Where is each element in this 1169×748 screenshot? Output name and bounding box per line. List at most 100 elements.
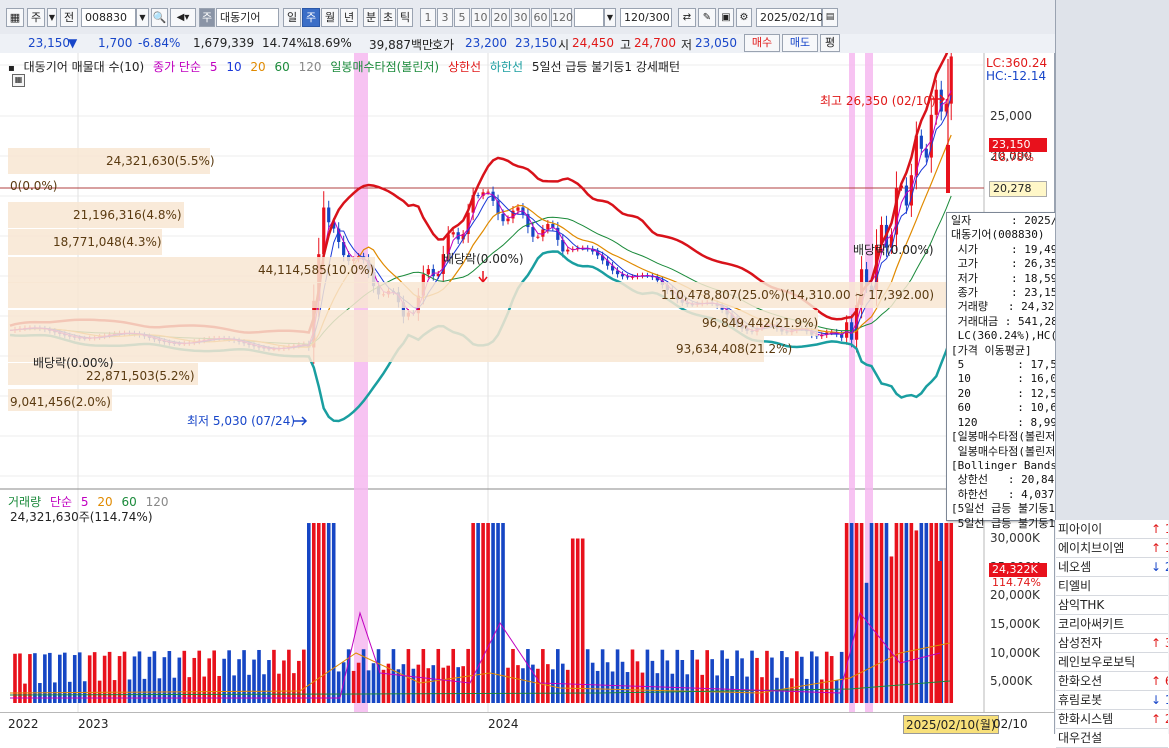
volume-bar [207, 658, 211, 703]
volume-bar [247, 674, 251, 703]
stock-code-input[interactable]: 008830 [81, 8, 136, 27]
stock-name-field[interactable]: 대동기어 [216, 8, 279, 27]
compare-icon[interactable]: ⇄ [678, 8, 696, 27]
speaker-icon[interactable]: ◀▾ [170, 8, 196, 27]
sell-button[interactable]: 매도 [782, 34, 818, 52]
legend-upper-band: 상한선 [447, 60, 482, 74]
down-arrow-icon: ▼ [68, 36, 78, 50]
minute-custom-input[interactable] [574, 8, 604, 27]
code-dropdown-icon[interactable]: ▼ [136, 8, 149, 27]
volume-legend-ma120: 120 [145, 495, 169, 509]
volume-bar [232, 675, 236, 703]
volume-bar [272, 649, 276, 703]
minute-option-30[interactable]: 30 [511, 8, 530, 27]
volume-bar [949, 523, 954, 703]
watchlist-item[interactable]: 에이치브이엠 ↑ 1 [1056, 539, 1168, 558]
quote-bar: 23,150 ▼ 1,700 -6.84% 1,679,339 14.74% 1… [0, 34, 1169, 54]
minute-option-60[interactable]: 60 [531, 8, 550, 27]
date-value: 2025/02/10 [760, 11, 824, 24]
volume-ratio-1: 14.74% [262, 36, 308, 50]
watchlist-item[interactable]: 코리아써키트 [1056, 615, 1168, 634]
volume-bar [725, 658, 729, 703]
volume-bar [456, 667, 460, 703]
volume-bar [421, 649, 426, 703]
minute-option-10[interactable]: 10 [471, 8, 490, 27]
legend-checkbox-icon[interactable]: ▪ [8, 63, 15, 74]
volume-bar [526, 649, 530, 703]
calendar-icon[interactable]: ▤ [822, 8, 838, 27]
draw-tool-icon[interactable]: ✎ [698, 8, 716, 27]
volume-bar [297, 660, 301, 703]
gear-icon[interactable]: ⚙ [736, 8, 752, 27]
volume-legend-ma5: 5 [80, 495, 89, 509]
watchlist-item[interactable]: 삼익THK [1056, 596, 1168, 615]
date-input[interactable]: 2025/02/10 [756, 8, 824, 27]
volume-bar [43, 654, 47, 703]
tab-3[interactable]: 년 [340, 8, 358, 27]
count-total: /300 [645, 11, 670, 24]
menu-icon[interactable]: ▦ [6, 8, 24, 27]
tab-5[interactable]: 초 [380, 8, 396, 27]
watchlist-item[interactable]: 한화시스템 ↑ 2 [1056, 710, 1168, 729]
volume-bar [805, 678, 809, 703]
volume-bar [386, 663, 391, 703]
minute-option-3[interactable]: 3 [437, 8, 453, 27]
signal-highlight [354, 53, 368, 712]
volume-bar [147, 656, 152, 703]
count-input[interactable]: 120/300 [620, 8, 672, 27]
minute-option-120[interactable]: 120 [551, 8, 573, 27]
watchlist-item[interactable]: 삼성전자 ↑ 3 [1056, 634, 1168, 653]
tab-1[interactable]: 주 [302, 8, 320, 27]
watchlist-item-change: ↑ 1 [1151, 541, 1168, 555]
volume-bar [426, 668, 431, 703]
period-label: 주 [30, 11, 42, 24]
save-icon[interactable]: ▣ [718, 8, 734, 27]
current-price: 23,150 [28, 36, 70, 50]
low-price: 23,050 [695, 36, 737, 50]
volume-bar [720, 650, 724, 703]
eval-button[interactable]: 평 [820, 34, 840, 52]
watchlist-item[interactable]: 휴림로봇 ↓ 1 [1056, 691, 1168, 710]
minute-option-5[interactable]: 5 [454, 8, 470, 27]
stock-type-badge: 주 [199, 8, 215, 27]
buy-button[interactable]: 매수 [744, 34, 780, 52]
watchlist-item[interactable]: 레인보우로보틱 [1056, 653, 1168, 672]
minute-dropdown-icon[interactable]: ▼ [604, 8, 616, 27]
volume-bar [481, 523, 485, 703]
last-candle [946, 145, 950, 193]
prev-button[interactable]: 전 [60, 8, 78, 27]
candle-body [924, 148, 928, 158]
watchlist-item[interactable]: 한화오션 ↑ 6 [1056, 672, 1168, 691]
tab-0[interactable]: 일 [283, 8, 301, 27]
volume-bar [914, 530, 919, 703]
search-icon[interactable]: 🔍 [151, 8, 168, 27]
volume-bar [690, 649, 695, 703]
period-dropdown-icon[interactable]: ▼ [47, 8, 57, 27]
watchlist-item[interactable]: 티엘비 [1056, 577, 1168, 596]
volume-bar [416, 664, 421, 703]
watchlist-item[interactable]: 대우건설 [1056, 729, 1168, 748]
volume-bar [635, 661, 640, 703]
stock-chart[interactable]: ▪ 대동기어 매물대 수(10) 종가 단순 5 10 20 60 120 일봉… [0, 53, 1055, 735]
tab-6[interactable]: 틱 [397, 8, 413, 27]
volume-tick: 15,000K [990, 617, 1040, 631]
volume-bar [899, 523, 904, 703]
period-select[interactable]: 주 [27, 8, 45, 27]
dividend-annotation-1: 배당락(0.00%) [443, 252, 524, 266]
watchlist-item[interactable]: 피아이이 ↑ 1 [1056, 520, 1168, 539]
ask-label: 호가 [432, 38, 455, 52]
tab-4[interactable]: 분 [363, 8, 379, 27]
minute-option-1[interactable]: 1 [420, 8, 436, 27]
minute-option-20[interactable]: 20 [491, 8, 510, 27]
volume-bar [202, 676, 207, 703]
candle-body [516, 207, 520, 211]
trade-amount: 39,887백만 [369, 38, 434, 52]
stock-name: 대동기어 [220, 11, 261, 24]
legend-pattern: 5일선 급등 불기둥1 강세패턴 [531, 60, 680, 74]
candle-body [451, 232, 455, 235]
volume-bar [575, 538, 580, 703]
tab-2[interactable]: 월 [321, 8, 339, 27]
grid-toggle-icon[interactable]: ▦ [12, 74, 25, 87]
watchlist-item[interactable]: 네오셈 ↓ 2 [1056, 558, 1168, 577]
legend-stock-name: 대동기어 매물대 수(10) [23, 60, 145, 74]
